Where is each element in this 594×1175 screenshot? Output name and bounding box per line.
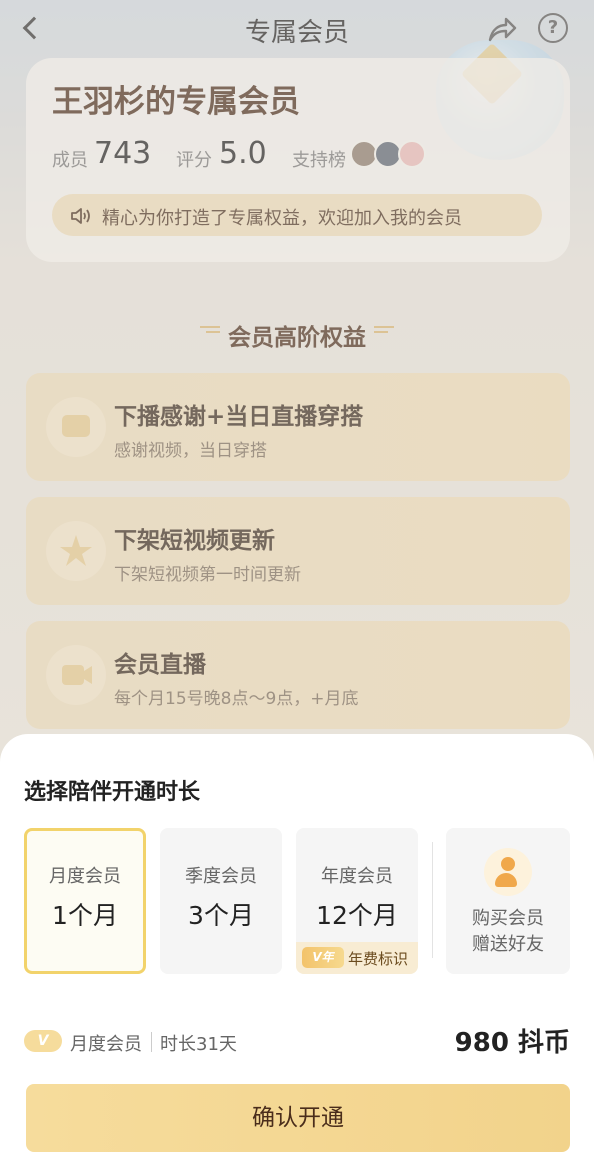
plan-duration: 1个月 [52,901,118,930]
plan-duration: 3个月 [188,901,254,930]
user-gift-icon [484,848,532,896]
plan-quarterly[interactable]: 季度会员 3个月 [160,828,282,974]
plan-name: 月度会员 [49,866,121,887]
price: 980 抖币 [454,1028,570,1058]
gift-line-2: 赠送好友 [472,934,544,955]
plan-monthly[interactable]: 月度会员 1个月 [24,828,146,974]
plan-annual[interactable]: 年度会员 12个月 V年 年费标识 [296,828,418,974]
confirm-button[interactable]: 确认开通 [26,1084,570,1152]
summary-plan: 月度会员 [70,1034,142,1055]
plan-duration: 12个月 [316,901,398,930]
overlay-dim[interactable] [0,0,594,760]
annual-tag-text: 年费标识 [348,950,409,968]
duration-sheet: 选择陪伴开通时长 月度会员 1个月 季度会员 3个月 年度会员 12个月 V年 … [0,734,594,1175]
gift-line-1: 购买会员 [472,908,544,929]
order-summary: V 月度会员 时长31天 980 抖币 [24,1028,570,1060]
divider [151,1032,152,1052]
annual-badge-icon: V年 [302,947,344,968]
annual-tag: V年 年费标识 [296,942,418,974]
v-badge-icon: V [24,1030,62,1052]
sheet-title: 选择陪伴开通时长 [24,780,201,805]
divider [432,842,433,958]
gift-to-friend-button[interactable]: 购买会员 赠送好友 [446,828,570,974]
plan-name: 年度会员 [321,866,393,887]
plan-name: 季度会员 [185,866,257,887]
summary-duration: 时长31天 [160,1034,237,1055]
